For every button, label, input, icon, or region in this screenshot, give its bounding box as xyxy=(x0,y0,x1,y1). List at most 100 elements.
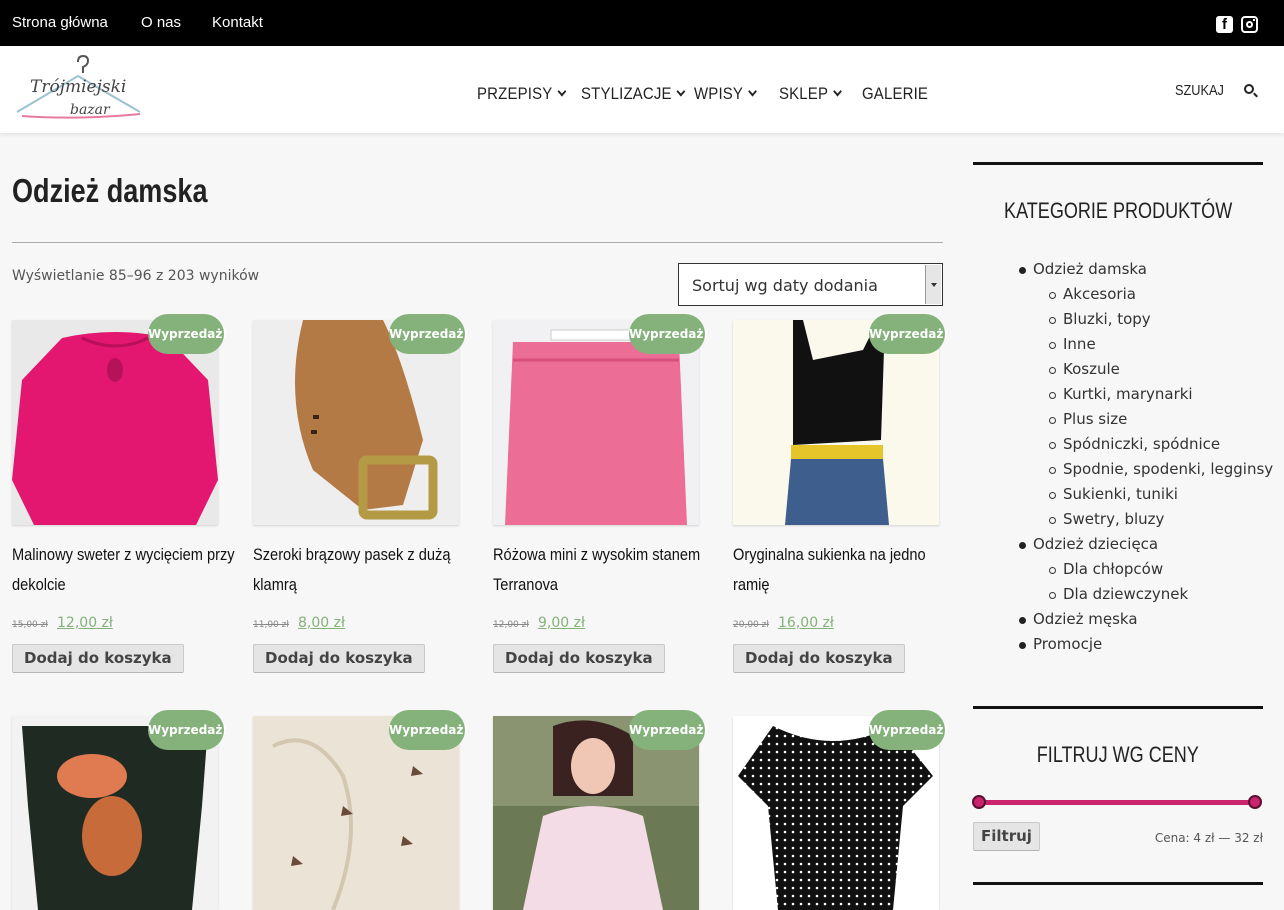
bullet-icon xyxy=(1049,592,1056,599)
product-title-line: Różowa mini z wysokim stanem xyxy=(493,545,701,564)
nav-link-contact[interactable]: Kontakt xyxy=(212,14,263,31)
chevron-down-icon xyxy=(676,86,686,97)
sale-badge: Wyprzedaż! xyxy=(389,710,469,750)
subcategory-link[interactable]: Bluzki, topy xyxy=(1063,310,1151,328)
nav-przepisy[interactable]: PRZEPISY xyxy=(477,84,567,104)
category-link[interactable]: Promocje xyxy=(1033,635,1102,653)
bullet-icon xyxy=(1049,292,1056,299)
add-to-cart-button[interactable]: Dodaj do koszyka xyxy=(733,644,905,673)
product-title-line: Terranova xyxy=(493,575,559,594)
price-slider-max-handle[interactable] xyxy=(1248,795,1262,809)
subcategory-link[interactable]: Dla dziewczynek xyxy=(1063,585,1188,603)
old-price: 20,00 zł xyxy=(733,620,769,630)
sale-badge: Wyprzedaż! xyxy=(148,314,228,354)
divider xyxy=(12,242,943,243)
divider xyxy=(973,882,1263,885)
bullet-icon xyxy=(1049,492,1056,499)
add-to-cart-button[interactable]: Dodaj do koszyka xyxy=(12,644,184,673)
sale-badge: Wyprzedaż! xyxy=(148,710,228,750)
add-to-cart-button[interactable]: Dodaj do koszyka xyxy=(493,644,665,673)
sale-badge: Wyprzedaż! xyxy=(389,314,469,354)
category-link[interactable]: Odzież dziecięca xyxy=(1033,535,1158,553)
nav-stylizacje[interactable]: STYLIZACJE xyxy=(581,84,686,104)
subcategory-link[interactable]: Inne xyxy=(1063,335,1096,353)
product-title[interactable]: Malinowy sweter z wycięciem przy dekolci… xyxy=(12,540,235,600)
sale-badge: Wyprzedaż! xyxy=(869,710,949,750)
bullet-icon xyxy=(1049,417,1056,424)
product-title-line: dekolcie xyxy=(12,575,66,594)
product-title[interactable]: Oryginalna sukienka na jedno ramię xyxy=(733,540,926,600)
product-card: Wyprzedaż! Oryginalna sukienka na jedno … xyxy=(733,314,949,680)
sort-selected-value: Sortuj wg daty dodania xyxy=(692,276,878,295)
categories-title-text: KATEGORIE PRODUKTÓW xyxy=(1003,198,1233,223)
add-to-cart-button[interactable]: Dodaj do koszyka xyxy=(253,644,425,673)
price-range-text: Cena: 4 zł — 32 zł xyxy=(1154,831,1263,845)
product-card: Wyprzedaż! Szeroki brązowy pasek z dużą … xyxy=(253,314,469,680)
product-card: Wyprzedaż! Malinowy sweter z wycięciem p… xyxy=(12,314,235,680)
subcategory-link[interactable]: Koszule xyxy=(1063,360,1120,378)
sale-badge: Wyprzedaż! xyxy=(629,710,709,750)
subcategory-link[interactable]: Akcesoria xyxy=(1063,285,1136,303)
product-price: 15,00 zł 12,00 zł xyxy=(12,612,113,631)
subcategory-link[interactable]: Plus size xyxy=(1063,410,1127,428)
sale-price: 8,00 zł xyxy=(298,615,345,631)
svg-text:bazar: bazar xyxy=(70,102,111,118)
price-slider-range xyxy=(979,800,1255,805)
divider xyxy=(973,706,1263,709)
product-title-line: ramię xyxy=(733,575,770,594)
product-title-line: Malinowy sweter z wycięciem przy xyxy=(12,545,235,564)
old-price: 11,00 zł xyxy=(253,620,289,630)
facebook-icon[interactable] xyxy=(1216,16,1233,33)
instagram-icon[interactable] xyxy=(1241,16,1258,33)
price-filter-title: FILTRUJ WG CENY xyxy=(973,742,1263,768)
subcategory-link[interactable]: Spodnie, spodenki, legginsy xyxy=(1063,460,1273,478)
search-label[interactable]: SZUKAJ xyxy=(1175,82,1224,99)
product-title[interactable]: Różowa mini z wysokim stanem Terranova xyxy=(493,540,701,600)
bullet-icon xyxy=(1049,467,1056,474)
product-title-line: klamrą xyxy=(253,575,297,594)
sale-price: 9,00 zł xyxy=(538,615,585,631)
top-bar: Strona główna O nas Kontakt xyxy=(0,0,1284,46)
result-count: Wyświetlanie 85–96 z 203 wyników xyxy=(12,268,260,284)
price-slider-min-handle[interactable] xyxy=(972,795,986,809)
nav-sklep[interactable]: SKLEP xyxy=(779,84,842,104)
product-price: 20,00 zł 16,00 zł xyxy=(733,612,834,631)
nav-label: WPISY xyxy=(694,84,744,103)
dropdown-arrow-icon xyxy=(925,265,941,304)
nav-link-about[interactable]: O nas xyxy=(141,14,181,31)
categories-title: KATEGORIE PRODUKTÓW xyxy=(973,198,1263,224)
site-logo[interactable]: Trójmiejski bazar xyxy=(12,54,144,126)
bullet-icon xyxy=(1049,442,1056,449)
chevron-down-icon xyxy=(747,86,757,97)
nav-label: SKLEP xyxy=(779,84,829,103)
product-title-line: Szeroki brązowy pasek z dużą xyxy=(253,545,451,564)
search-icon[interactable] xyxy=(1244,84,1254,94)
filter-button[interactable]: Filtruj xyxy=(973,822,1040,851)
price-filter-title-text: FILTRUJ WG CENY xyxy=(1036,742,1200,767)
bullet-icon xyxy=(1049,517,1056,524)
bullet-icon xyxy=(1019,617,1026,624)
bullet-icon xyxy=(1019,542,1026,549)
bullet-icon xyxy=(1049,367,1056,374)
subcategory-link[interactable]: Kurtki, marynarki xyxy=(1063,385,1193,403)
subcategory-link[interactable]: Dla chłopców xyxy=(1063,560,1163,578)
chevron-down-icon xyxy=(832,86,842,97)
product-title-line: Oryginalna sukienka na jedno xyxy=(733,545,926,564)
product-card: Wyprzedaż! Różowa mini z wysokim stanem … xyxy=(493,314,709,680)
product-card: Wyprzedaż! xyxy=(733,710,949,910)
sort-select[interactable]: Sortuj wg daty dodania xyxy=(678,263,943,306)
nav-galerie[interactable]: GALERIE xyxy=(862,84,928,104)
subcategory-link[interactable]: Swetry, bluzy xyxy=(1063,510,1164,528)
nav-wpisy[interactable]: WPISY xyxy=(694,84,757,104)
sale-badge: Wyprzedaż! xyxy=(869,314,949,354)
product-card: Wyprzedaż! xyxy=(493,710,709,910)
subcategory-link[interactable]: Sukienki, tuniki xyxy=(1063,485,1178,503)
bullet-icon xyxy=(1019,642,1026,649)
sale-badge: Wyprzedaż! xyxy=(629,314,709,354)
product-price: 11,00 zł 8,00 zł xyxy=(253,612,345,631)
product-title[interactable]: Szeroki brązowy pasek z dużą klamrą xyxy=(253,540,451,600)
category-link[interactable]: Odzież damska xyxy=(1033,260,1147,278)
subcategory-link[interactable]: Spódniczki, spódnice xyxy=(1063,435,1220,453)
nav-link-home[interactable]: Strona główna xyxy=(12,14,108,31)
category-link[interactable]: Odzież męska xyxy=(1033,610,1138,628)
